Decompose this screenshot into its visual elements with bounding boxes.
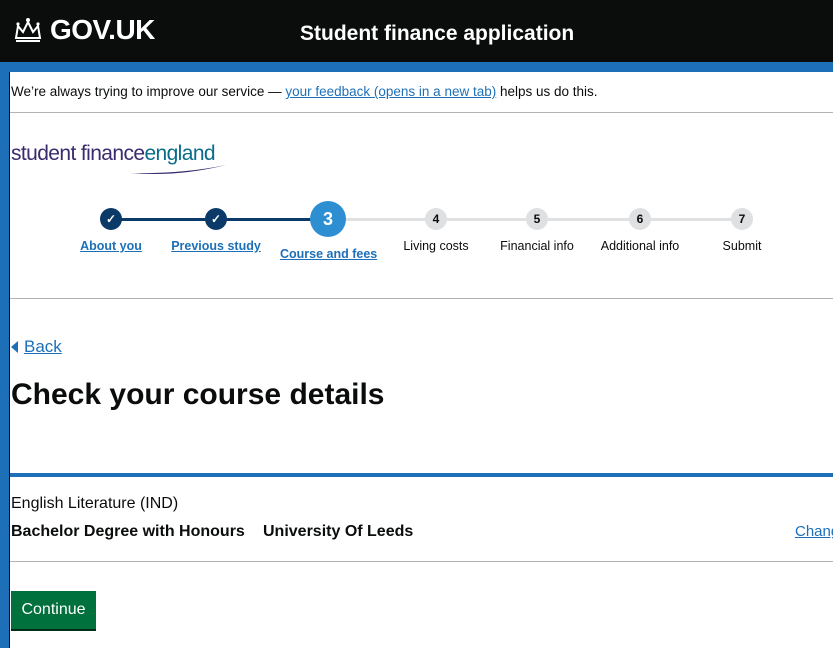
govuk-logo-text: GOV.UK: [50, 14, 155, 45]
feedback-banner: We’re always trying to improve our servi…: [11, 84, 598, 99]
feedback-link[interactable]: your feedback (opens in a new tab): [285, 84, 496, 99]
progress-tracker: ✓ About you ✓ Previous study 3 Course an…: [0, 201, 833, 288]
course-qualification: Bachelor Degree with Honours: [11, 523, 245, 540]
service-name[interactable]: Student finance application: [300, 22, 574, 46]
left-frame-border: [0, 0, 9, 648]
check-icon: ✓: [100, 208, 122, 230]
govuk-logo[interactable]: GOV.UK: [12, 14, 155, 46]
step-previous-study[interactable]: ✓ Previous study: [170, 208, 262, 253]
divider: [10, 112, 833, 113]
course-university: University Of Leeds: [263, 523, 414, 540]
page-title: Check your course details: [11, 378, 385, 411]
back-label: Back: [24, 337, 62, 356]
feedback-suffix: helps us do this.: [496, 84, 598, 99]
step-living-costs: 4 Living costs: [398, 208, 474, 253]
summary-top-border: [10, 473, 833, 477]
step-number: 4: [425, 208, 447, 230]
crown-icon: [14, 18, 42, 42]
change-link[interactable]: Change: [795, 523, 833, 540]
step-financial-info: 5 Financial info: [496, 208, 578, 253]
back-arrow-icon: [11, 341, 18, 353]
step-label: Additional info: [600, 239, 680, 253]
step-number: 5: [526, 208, 548, 230]
step-course-and-fees[interactable]: 3 Course and fees: [280, 201, 378, 261]
step-label: Financial info: [500, 239, 574, 253]
step-additional-info: 6 Additional info: [594, 208, 686, 253]
continue-button[interactable]: Continue: [11, 591, 96, 629]
step-submit: 7 Submit: [712, 208, 772, 253]
govuk-header: GOV.UK Student finance application: [0, 0, 833, 62]
step-label: Course and fees: [280, 247, 378, 261]
sfe-logo-word1: student finance: [11, 142, 145, 165]
header-blue-bar: [0, 62, 833, 72]
step-label: Living costs: [403, 239, 469, 253]
sfe-logo-word2: england: [144, 142, 215, 165]
step-label: About you: [80, 239, 142, 253]
back-link[interactable]: Back: [11, 337, 62, 357]
sfe-swoosh-icon: [130, 165, 226, 174]
step-number: 7: [731, 208, 753, 230]
course-name: English Literature (IND): [11, 495, 179, 512]
step-number: 3: [310, 201, 346, 237]
divider: [10, 561, 833, 562]
left-frame-line: [9, 0, 10, 648]
divider: [10, 298, 833, 299]
step-label: Submit: [722, 239, 762, 253]
step-label: Previous study: [171, 239, 261, 253]
check-icon: ✓: [205, 208, 227, 230]
step-number: 6: [629, 208, 651, 230]
feedback-prefix: We’re always trying to improve our servi…: [11, 84, 286, 99]
step-about-you[interactable]: ✓ About you: [72, 208, 150, 253]
